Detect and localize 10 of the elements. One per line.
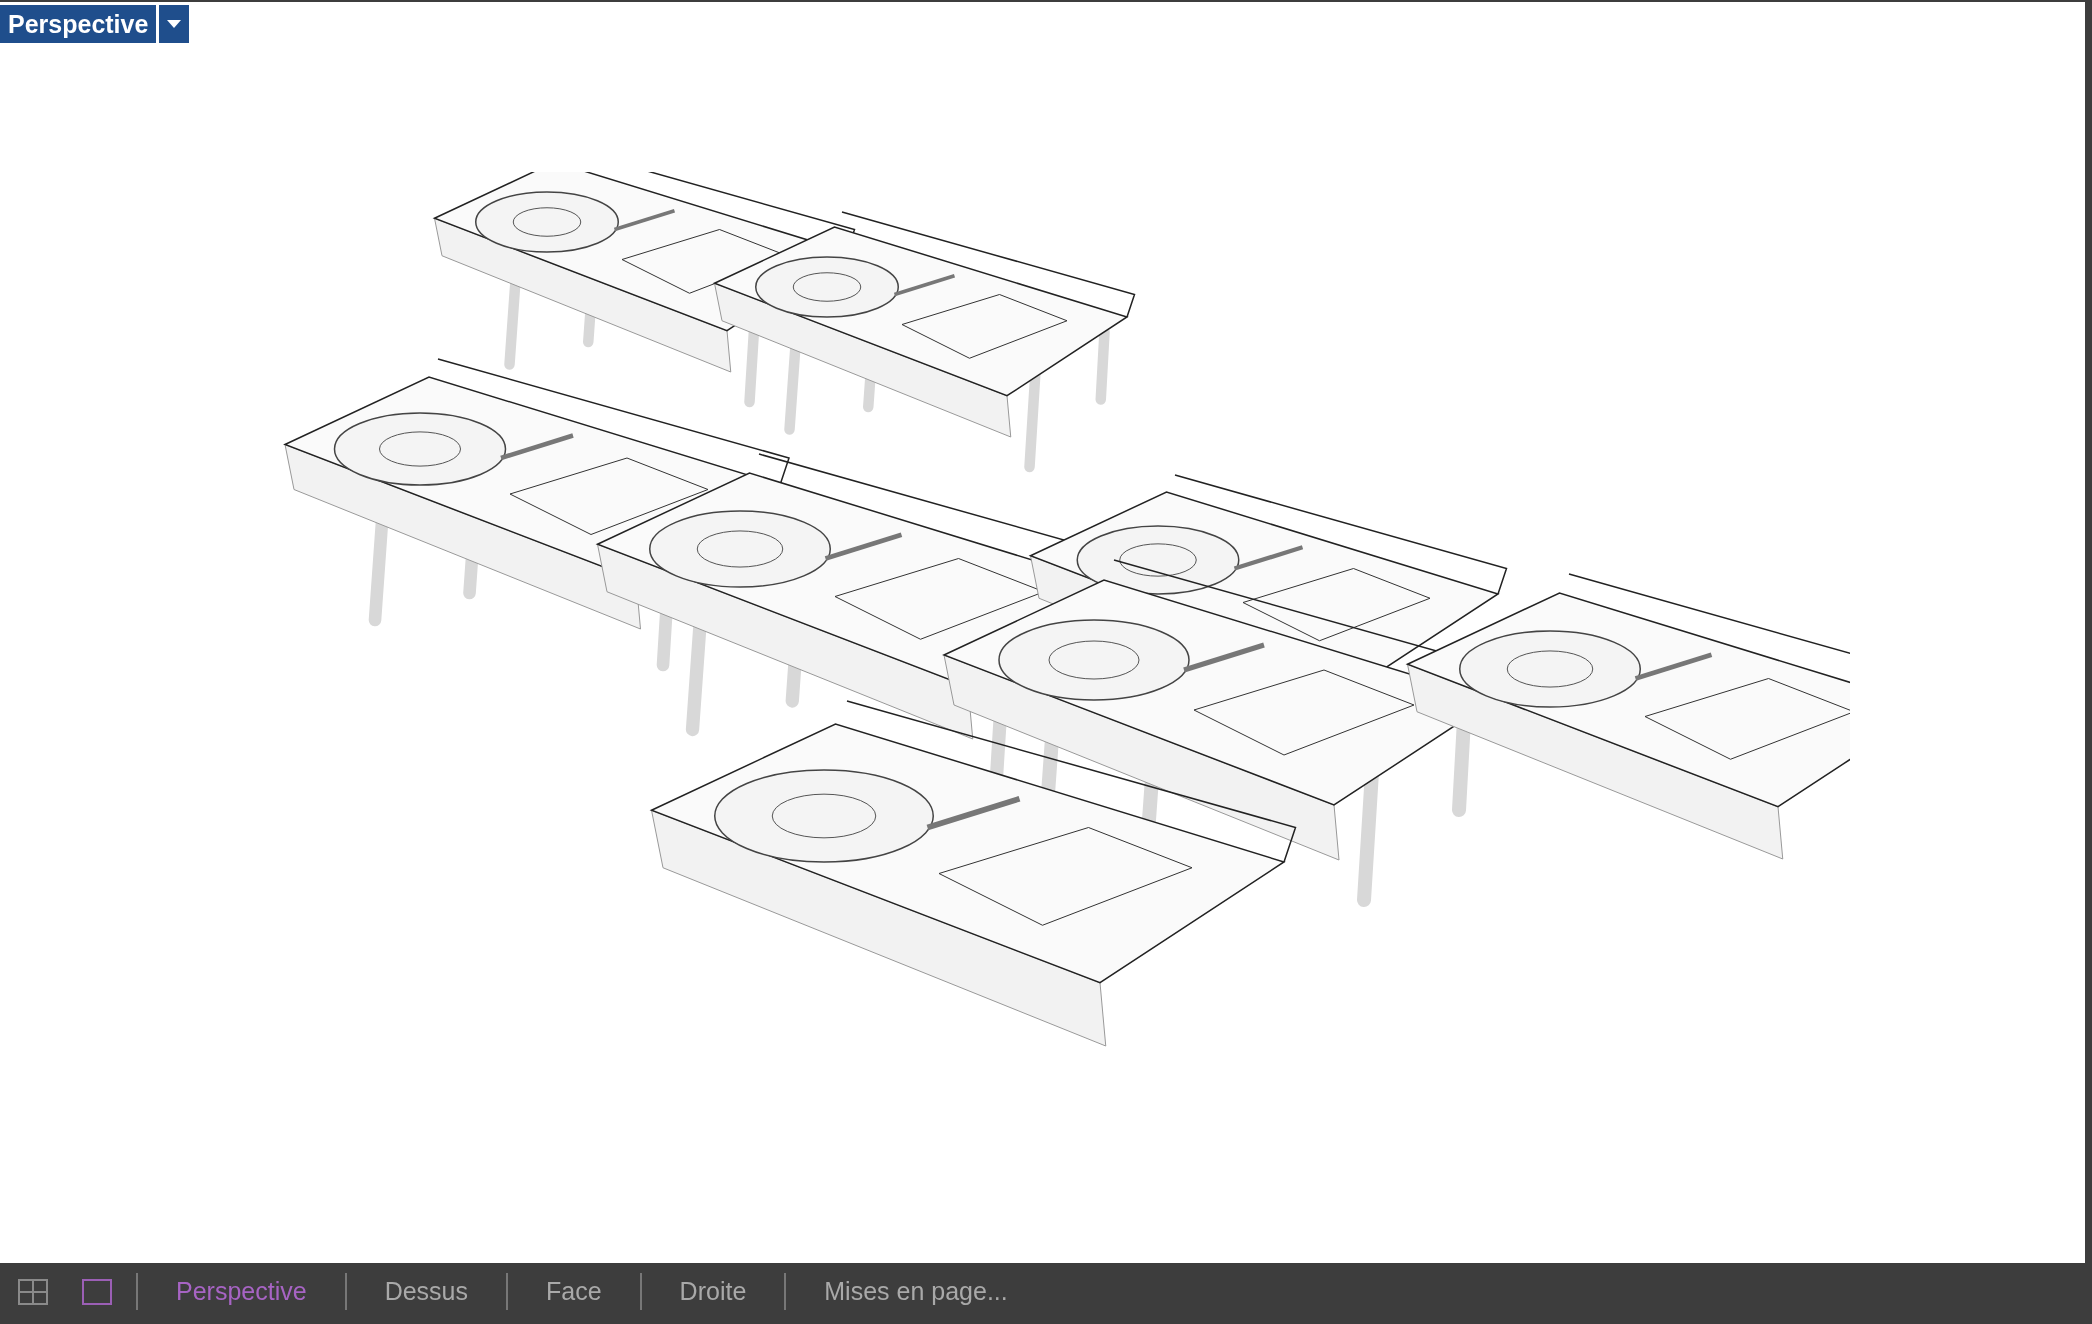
viewport-tab[interactable]: Dessus <box>344 1272 506 1311</box>
viewport-tab[interactable]: Perspective <box>136 1272 345 1311</box>
viewport-title[interactable]: Perspective <box>0 5 157 43</box>
viewport-tab[interactable]: Face <box>506 1272 640 1311</box>
viewport-tab[interactable]: Droite <box>639 1272 785 1311</box>
caret-icon <box>167 20 182 28</box>
four-viewports-icon[interactable] <box>18 1278 48 1305</box>
single-viewport-icon[interactable] <box>82 1278 112 1305</box>
viewport-tab[interactable]: Mises en page... <box>784 1272 1046 1311</box>
viewport-menu-button[interactable] <box>159 5 190 43</box>
